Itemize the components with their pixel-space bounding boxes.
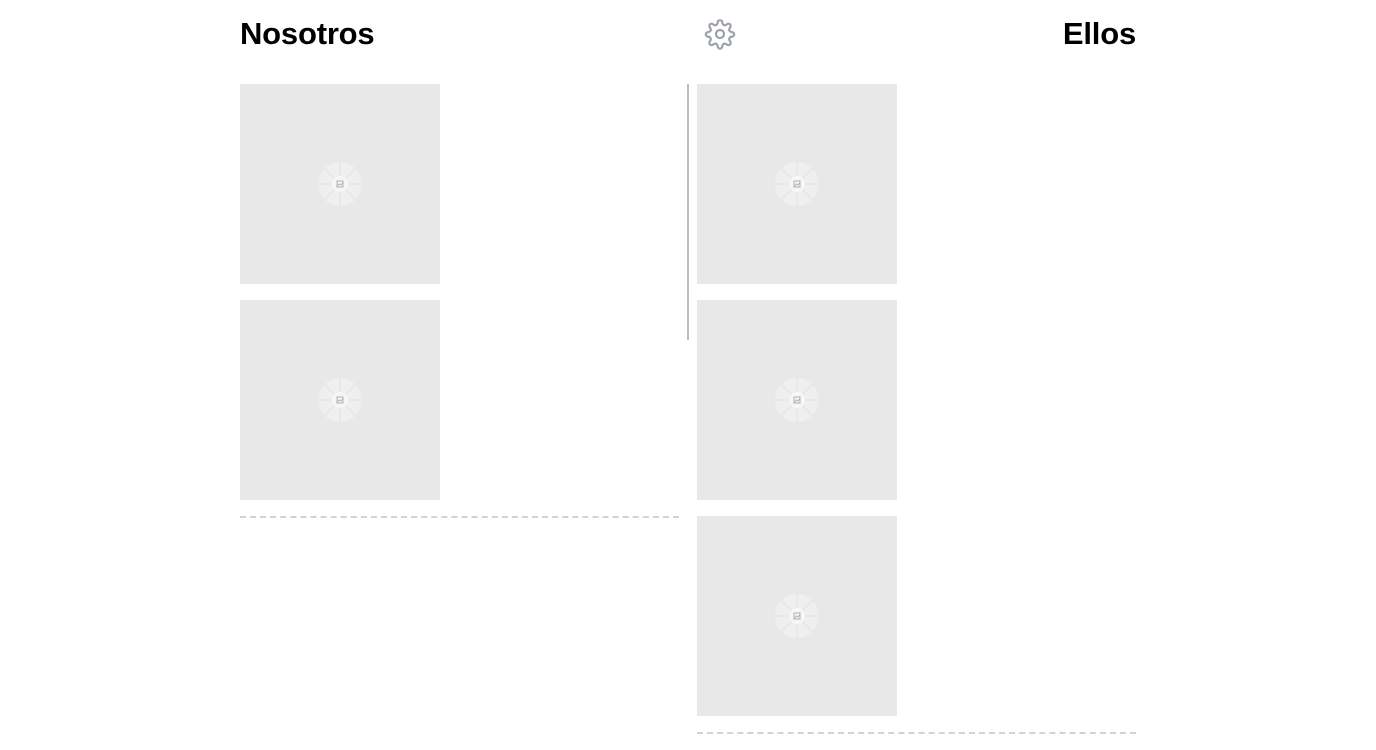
drop-zone-divider[interactable]: [697, 732, 1136, 734]
player-card[interactable]: [240, 300, 440, 500]
gear-icon: [704, 18, 736, 50]
image-placeholder-icon: [317, 377, 363, 423]
image-placeholder-icon: [774, 377, 820, 423]
team-column-right: [697, 84, 1136, 734]
column-divider: [687, 84, 689, 340]
team-title-right: Ellos: [1062, 16, 1136, 51]
settings-button[interactable]: [704, 18, 736, 50]
player-card[interactable]: [697, 300, 897, 500]
player-card[interactable]: [240, 84, 440, 284]
team-title-left: Nosotros: [240, 16, 375, 51]
drop-zone-divider[interactable]: [240, 516, 679, 518]
player-card[interactable]: [697, 516, 897, 716]
image-placeholder-icon: [774, 593, 820, 639]
team-column-left: [240, 84, 679, 518]
player-card[interactable]: [697, 84, 897, 284]
image-placeholder-icon: [774, 161, 820, 207]
image-placeholder-icon: [317, 161, 363, 207]
